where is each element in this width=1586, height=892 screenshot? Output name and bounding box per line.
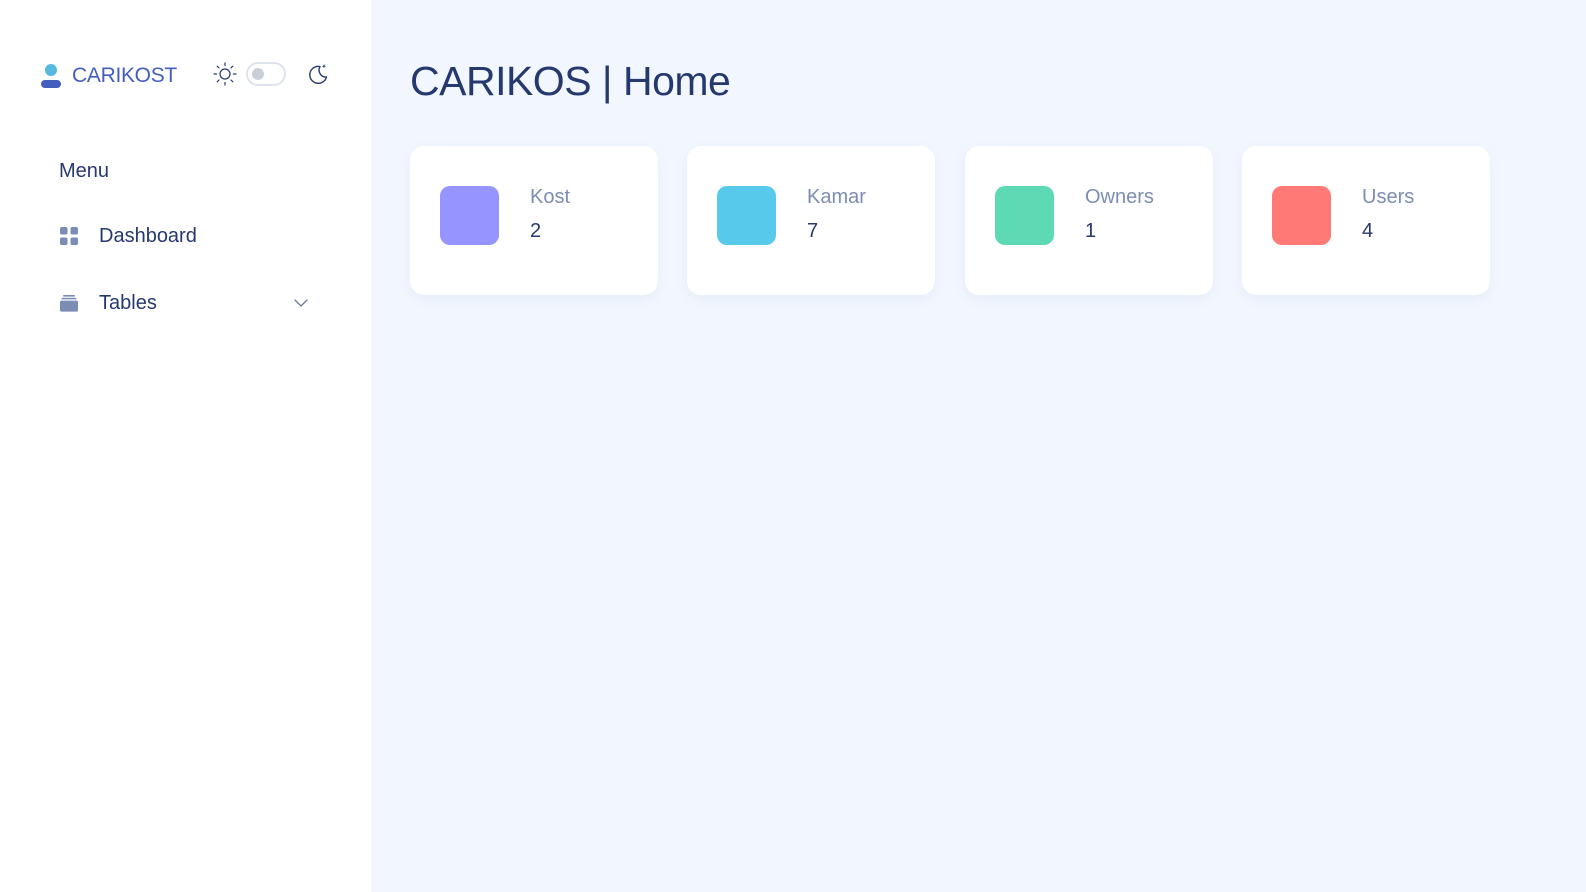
- sidebar-item-label: Tables: [99, 291, 157, 314]
- stat-value: 2: [530, 220, 542, 242]
- stat-icon-box: [717, 186, 776, 245]
- stack-icon: [60, 295, 78, 312]
- stat-card-users: Users 4: [1242, 146, 1490, 295]
- brand-name: CARIKOST: [72, 64, 177, 87]
- stat-icon-box: [995, 186, 1054, 245]
- page-title: CARIKOS | Home: [410, 58, 731, 104]
- stat-icon-box: [1272, 186, 1331, 245]
- sidebar-item-tables[interactable]: Tables: [59, 287, 311, 319]
- brand-logo[interactable]: CARIKOST: [40, 62, 177, 90]
- stat-icon-box: [440, 186, 499, 245]
- stat-card-kost: Kost 2: [410, 146, 658, 295]
- stat-label: Kamar: [807, 186, 866, 208]
- user-icon: [41, 64, 61, 88]
- theme-toggle: [212, 60, 332, 88]
- switch-knob: [252, 68, 264, 80]
- stat-card-kamar: Kamar 7: [687, 146, 935, 295]
- stat-value: 7: [807, 220, 819, 242]
- stat-label: Owners: [1085, 186, 1154, 208]
- sidebar-item-dashboard[interactable]: Dashboard: [59, 220, 311, 252]
- menu-title: Menu: [59, 160, 110, 182]
- chevron-down-icon[interactable]: [293, 295, 309, 311]
- stat-value: 4: [1362, 220, 1374, 242]
- sidebar: CARIKOST Menu Dashboard Tables: [0, 0, 371, 892]
- moon-icon: [309, 64, 328, 85]
- stat-label: Kost: [530, 186, 571, 208]
- stat-value: 1: [1085, 220, 1097, 242]
- sidebar-item-label: Dashboard: [99, 224, 197, 247]
- stat-card-owners: Owners 1: [965, 146, 1213, 295]
- dark-mode-switch[interactable]: [246, 62, 286, 86]
- grid-icon: [60, 227, 78, 245]
- sun-icon: [213, 62, 237, 86]
- stat-label: Users: [1362, 186, 1415, 208]
